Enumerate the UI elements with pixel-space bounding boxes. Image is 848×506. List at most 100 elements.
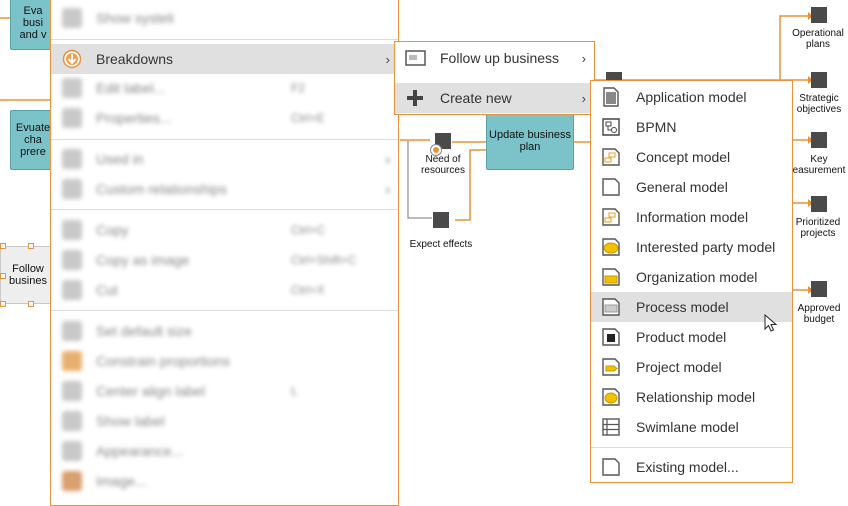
menu-item-show-label[interactable]: Show label <box>51 406 398 436</box>
decision-follow-business[interactable]: Follow busines <box>0 246 56 304</box>
model-item-label: Interested party model <box>636 239 776 255</box>
selection-handle[interactable] <box>0 273 6 279</box>
resize-icon <box>62 321 82 341</box>
model-item-label: Concept model <box>636 149 731 165</box>
interested-party-model-icon <box>601 237 621 257</box>
concept-model-icon <box>601 147 621 167</box>
event-node[interactable] <box>811 7 827 23</box>
menu-item-label: Show label <box>96 413 165 429</box>
process-update-business-plan[interactable]: Update business plan <box>486 112 574 170</box>
model-item-label: General model <box>636 179 728 195</box>
menu-item-constrain-proportions[interactable]: Constrain proportions <box>51 346 398 376</box>
menu-item-label: Copy <box>96 222 129 238</box>
menu-item-shortcut: L <box>291 384 298 398</box>
menu-item-shortcut: Ctrl+C <box>291 223 326 237</box>
context-menu: Show systeli Breakdowns › Edit label... … <box>50 0 399 506</box>
menu-item-show-systeli[interactable]: Show systeli <box>51 3 398 33</box>
show-icon <box>62 8 82 28</box>
event-label: Strategic objectives <box>796 93 842 115</box>
menu-item-copy-as-image[interactable]: Copy as image Ctrl+Shift+C <box>51 245 398 275</box>
chevron-right-icon: › <box>385 151 390 167</box>
event-node[interactable] <box>811 72 827 88</box>
chevron-right-icon: › <box>581 50 586 66</box>
lock-icon <box>62 351 82 371</box>
model-item-label: Information model <box>636 209 749 225</box>
model-item-label: Relationship model <box>636 389 756 405</box>
menu-item-label: Copy as image <box>96 252 190 268</box>
model-item-swimlane[interactable]: Swimlane model <box>591 412 792 442</box>
chevron-right-icon: › <box>581 90 586 106</box>
model-item-relationship[interactable]: Relationship model <box>591 382 792 412</box>
model-item-existing[interactable]: Existing model... <box>591 452 792 482</box>
selection-handle[interactable] <box>0 243 6 249</box>
breakdown-icon <box>62 49 82 69</box>
event-label: Prioritized projects <box>795 217 841 239</box>
event-node[interactable] <box>811 196 827 212</box>
bpmn-icon <box>601 117 621 137</box>
model-item-process[interactable]: Process model <box>591 292 792 322</box>
copy-image-icon <box>62 250 82 270</box>
menu-item-copy[interactable]: Copy Ctrl+C <box>51 215 398 245</box>
event-node[interactable] <box>811 281 827 297</box>
model-item-application[interactable]: Application model <box>591 82 792 112</box>
menu-item-appearance[interactable]: Appearance... <box>51 436 398 466</box>
event-node[interactable] <box>811 132 827 148</box>
menu-item-properties[interactable]: Properties... Ctrl+E <box>51 103 398 133</box>
model-item-label: Existing model... <box>636 459 739 475</box>
model-item-general[interactable]: General model <box>591 172 792 202</box>
relationship-icon <box>62 179 82 199</box>
menu-item-used-in[interactable]: Used in › <box>51 144 398 174</box>
model-item-label: Swimlane model <box>636 419 739 435</box>
process-label: Evuate cha prere <box>15 122 51 158</box>
menu-item-shortcut: Ctrl+X <box>291 283 325 297</box>
menu-separator <box>591 447 792 448</box>
menu-item-label: Appearance... <box>96 443 184 459</box>
appearance-icon <box>62 441 82 461</box>
submenu-item-follow-up-business[interactable]: Follow up business › <box>395 43 594 73</box>
menu-item-edit-label[interactable]: Edit label... F2 <box>51 73 398 103</box>
menu-separator <box>51 310 398 311</box>
model-item-product[interactable]: Product model <box>591 322 792 352</box>
menu-item-shortcut: Ctrl+E <box>291 111 325 125</box>
menu-item-center-align-label[interactable]: Center align label L <box>51 376 398 406</box>
image-icon <box>62 471 82 491</box>
menu-item-cut[interactable]: Cut Ctrl+X <box>51 275 398 305</box>
menu-item-shortcut: Ctrl+Shift+C <box>291 253 357 267</box>
menu-item-breakdowns[interactable]: Breakdowns › <box>51 44 398 74</box>
model-item-project[interactable]: Project model <box>591 352 792 382</box>
selection-handle[interactable] <box>28 243 34 249</box>
submenu-item-create-new[interactable]: Create new › <box>395 83 594 113</box>
menu-item-set-default-size[interactable]: Set default size <box>51 316 398 346</box>
general-model-icon <box>601 177 621 197</box>
model-item-organization[interactable]: Organization model <box>591 262 792 292</box>
model-item-bpmn[interactable]: BPMN <box>591 112 792 142</box>
menu-item-label: Used in <box>96 151 144 167</box>
process-label: Eva busi and v <box>19 5 47 41</box>
selection-handle[interactable] <box>0 301 6 307</box>
model-item-information[interactable]: Information model <box>591 202 792 232</box>
menu-item-custom-relationships[interactable]: Custom relationships › <box>51 174 398 204</box>
create-new-submenu: Application model BPMN Concept model Gen… <box>590 80 793 483</box>
decision-label: Follow busines <box>9 263 47 287</box>
menu-item-shortcut: F2 <box>291 81 306 95</box>
menu-item-label: Edit label... <box>96 80 166 96</box>
menu-item-label: Properties... <box>96 110 172 126</box>
model-item-label: Application model <box>636 89 747 105</box>
chevron-right-icon: › <box>385 51 390 67</box>
breakdowns-submenu: Follow up business › Create new › <box>394 41 595 115</box>
organization-model-icon <box>601 267 621 287</box>
menu-item-label: Custom relationships <box>96 181 227 197</box>
event-node[interactable] <box>433 212 449 228</box>
event-label: Approved budget <box>797 303 841 325</box>
product-model-icon <box>601 327 621 347</box>
used-in-icon <box>62 149 82 169</box>
menu-separator <box>51 209 398 210</box>
model-item-interested-party[interactable]: Interested party model <box>591 232 792 262</box>
copy-icon <box>62 220 82 240</box>
menu-item-label: Show systeli <box>96 10 174 26</box>
selection-handle[interactable] <box>28 301 34 307</box>
menu-item-image[interactable]: Image... <box>51 466 398 496</box>
application-model-icon <box>601 87 621 107</box>
model-item-concept[interactable]: Concept model <box>591 142 792 172</box>
mouse-cursor-icon <box>764 314 778 332</box>
